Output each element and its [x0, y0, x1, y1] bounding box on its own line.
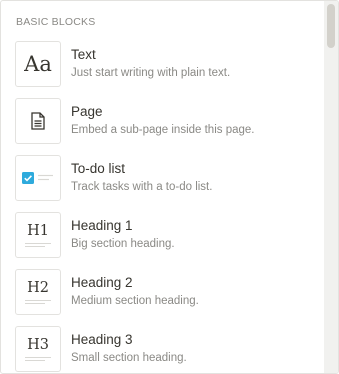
block-description: Big section heading.: [71, 238, 175, 250]
block-title: Page: [71, 104, 103, 119]
checkbox-icon: [15, 155, 61, 201]
block-description: Embed a sub-page inside this page.: [71, 124, 255, 136]
text-aa-icon: Aa: [15, 41, 61, 87]
block-description: Just start writing with plain text.: [71, 67, 231, 79]
block-item-heading-3-body: Heading 3 Small section heading.: [71, 331, 187, 365]
page-document-svg: [31, 112, 45, 130]
heading3-icon: H3: [15, 326, 61, 372]
block-title: To-do list: [71, 161, 126, 176]
section-header: BASIC BLOCKS: [16, 16, 96, 28]
block-list: Aa Text Just start writing with plain te…: [1, 37, 323, 373]
block-item-heading-2[interactable]: H2 Heading 2 Medium section heading.: [1, 265, 323, 322]
block-item-todo[interactable]: To-do list Track tasks with a to-do list…: [1, 151, 323, 208]
heading1-glyph: H1: [27, 223, 49, 239]
checkbox-svg: [22, 172, 53, 184]
block-title: Heading 1: [71, 218, 133, 233]
block-item-heading-3[interactable]: H3 Heading 3 Small section heading.: [1, 322, 323, 373]
heading1-icon: H1: [15, 212, 61, 258]
block-description: Track tasks with a to-do list.: [71, 181, 213, 193]
scrollbar-thumb[interactable]: [327, 4, 335, 48]
block-item-todo-body: To-do list Track tasks with a to-do list…: [71, 160, 212, 194]
block-item-text-body: Text Just start writing with plain text.: [71, 46, 230, 80]
block-title: Heading 2: [71, 275, 133, 290]
block-item-page[interactable]: Page Embed a sub-page inside this page.: [1, 94, 323, 151]
heading3-glyph: H3: [27, 337, 49, 353]
heading2-icon: H2: [15, 269, 61, 315]
block-menu-panel: BASIC BLOCKS Aa Text Just start writing …: [0, 0, 339, 374]
block-title: Heading 3: [71, 332, 133, 347]
block-item-heading-2-body: Heading 2 Medium section heading.: [71, 274, 199, 308]
heading2-glyph: H2: [27, 280, 49, 296]
block-description: Small section heading.: [71, 352, 187, 364]
block-title: Text: [71, 47, 96, 62]
block-item-heading-1-body: Heading 1 Big section heading.: [71, 217, 175, 251]
block-item-page-body: Page Embed a sub-page inside this page.: [71, 103, 254, 137]
text-aa-glyph: Aa: [24, 52, 52, 76]
block-item-text[interactable]: Aa Text Just start writing with plain te…: [1, 37, 323, 94]
block-description: Medium section heading.: [71, 295, 199, 307]
page-document-icon: [15, 98, 61, 144]
scrollbar[interactable]: [324, 1, 338, 373]
block-item-heading-1[interactable]: H1 Heading 1 Big section heading.: [1, 208, 323, 265]
